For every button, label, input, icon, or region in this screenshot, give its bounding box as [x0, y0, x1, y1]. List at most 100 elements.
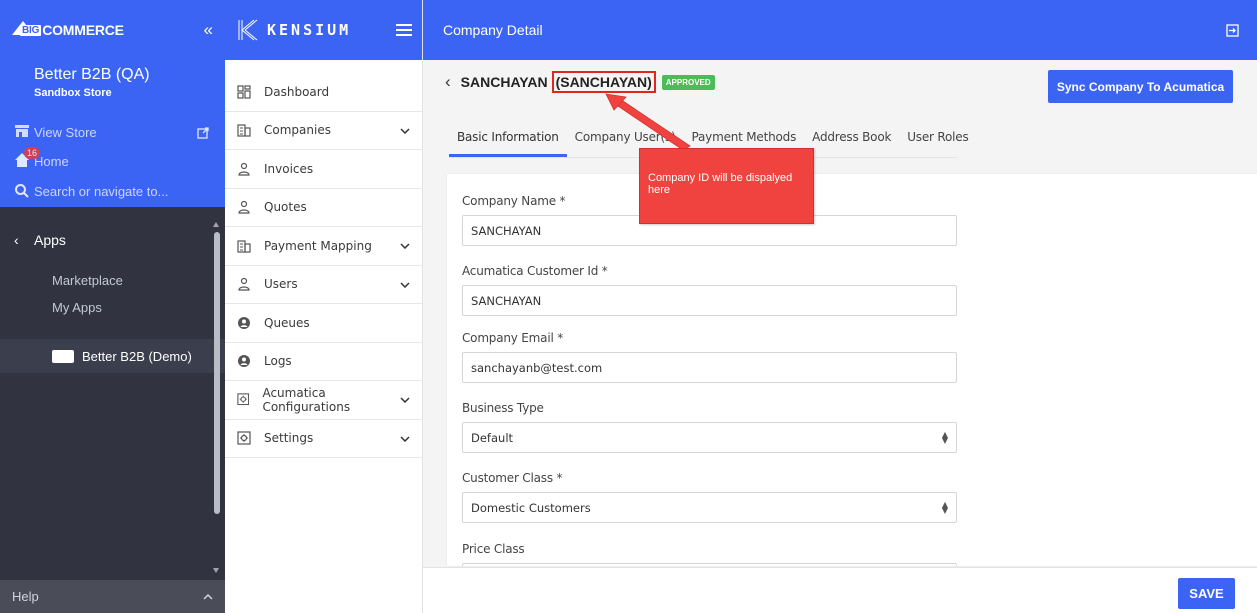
price-class-label: Price Class [462, 542, 525, 556]
my-apps-link[interactable]: My Apps [0, 294, 225, 321]
kensium-logo-text: KENSIUM [267, 21, 352, 39]
store-name: Better B2B (QA) [34, 66, 150, 83]
nav-item-invoices[interactable]: Invoices [225, 150, 422, 189]
chevron-down-icon [400, 278, 410, 291]
chevron-down-icon [400, 124, 410, 137]
account-circle-icon [237, 354, 251, 368]
user-icon [237, 277, 251, 291]
sync-company-button[interactable]: Sync Company To Acumatica [1048, 70, 1233, 103]
store-nav: View Store 16 Home Search or navigate to… [0, 118, 225, 207]
basic-info-form: Company Name * SANCHAYAN Acumatica Custo… [447, 174, 1257, 566]
chevron-down-icon [400, 239, 410, 252]
company-email-label: Company Email * [462, 331, 564, 345]
acumatica-customer-id-label: Acumatica Customer Id * [462, 264, 608, 278]
app-thumbnail-icon [52, 349, 74, 363]
business-type-select[interactable]: Default ▲ ▼ [462, 422, 957, 453]
scroll-up-arrow-icon[interactable] [213, 222, 219, 227]
external-link-icon[interactable] [197, 126, 209, 139]
search-input[interactable]: Search or navigate to... [0, 175, 225, 207]
acumatica-customer-id-input[interactable]: SANCHAYAN [462, 285, 957, 316]
nav-item-dashboard[interactable]: Dashboard [225, 73, 422, 112]
home-link[interactable]: 16 Home [0, 147, 225, 175]
logout-icon[interactable] [1226, 23, 1239, 37]
nav-item-label: Companies [264, 123, 331, 138]
nav-item-payment-mapping[interactable]: Payment Mapping [225, 227, 422, 266]
save-button[interactable]: SAVE [1178, 578, 1235, 609]
storefront-icon [15, 125, 29, 137]
user-icon [237, 162, 251, 176]
page-title: Company Detail [443, 22, 543, 38]
kensium-sidebar: KENSIUM Dashboard Companies Invoices Quotes… [225, 0, 423, 613]
chevron-left-icon: ‹ [14, 232, 19, 248]
back-arrow-icon[interactable]: ‹ [445, 72, 451, 92]
nav-item-label: Acumatica Configurations [262, 385, 351, 414]
bigcommerce-sidebar: BIG COMMERCE « Better B2B (QA) Sandbox S… [0, 0, 225, 613]
customer-class-label: Customer Class * [462, 471, 563, 485]
marketplace-link[interactable]: Marketplace [0, 267, 225, 294]
collapse-sidebar-button[interactable]: « [204, 20, 213, 40]
view-store-link[interactable]: View Store [0, 118, 225, 147]
sidebar-scrollbar[interactable] [214, 232, 220, 514]
app-item-label: Better B2B (Demo) [82, 348, 192, 364]
nav-item-label: Payment Mapping [264, 238, 372, 253]
tab-basic-information[interactable]: Basic Information [449, 124, 567, 157]
scroll-down-arrow-icon[interactable] [213, 568, 219, 573]
business-type-field-group: Business Type Default ▲ ▼ [462, 401, 957, 453]
company-email-input[interactable]: sanchayanb@test.com [462, 352, 957, 383]
kensium-k-logo-icon [238, 19, 258, 41]
nav-item-label: Logs [264, 354, 292, 369]
kensium-header: KENSIUM [225, 0, 422, 60]
nav-item-queues[interactable]: Queues [225, 304, 422, 343]
customer-class-select[interactable]: Domestic Customers ▲ ▼ [462, 492, 957, 523]
nav-item-quotes[interactable]: Quotes [225, 189, 422, 227]
annotation-callout: Company ID will be dispalyed here [639, 148, 814, 224]
nav-item-label: Settings [264, 431, 314, 446]
acumatica-id-field-group: Acumatica Customer Id * SANCHAYAN [462, 264, 957, 316]
nav-item-label: Users [264, 277, 298, 292]
app-item-better-b2b-demo[interactable]: Better B2B (Demo) [0, 339, 225, 373]
user-icon [237, 200, 251, 214]
nav-item-settings[interactable]: Settings [225, 420, 422, 458]
help-bar[interactable]: Help [0, 580, 225, 613]
company-name-title: SANCHAYAN [460, 74, 548, 90]
price-class-select[interactable] [462, 563, 957, 566]
settings-box-icon [237, 431, 251, 445]
price-class-field-group: Price Class [462, 542, 957, 566]
company-title-bar: ‹ SANCHAYAN (SANCHAYAN) APPROVED [445, 70, 715, 94]
logo-big-text: BIG [20, 24, 42, 36]
chevron-down-icon [400, 393, 410, 406]
company-id-highlight: (SANCHAYAN) [551, 71, 656, 93]
store-info: Better B2B (QA) Sandbox Store [0, 60, 225, 118]
chevron-up-icon [203, 593, 213, 600]
save-bar: SAVE [423, 567, 1257, 613]
select-arrows-icon: ▲ ▼ [941, 429, 948, 445]
chevron-down-icon [400, 432, 410, 445]
business-type-label: Business Type [462, 401, 544, 415]
company-email-field-group: Company Email * sanchayanb@test.com [462, 331, 957, 383]
kensium-nav-list: Dashboard Companies Invoices Quotes Payment … [225, 73, 422, 458]
select-arrows-icon: ▲ ▼ [941, 499, 948, 515]
nav-item-users[interactable]: Users [225, 266, 422, 304]
search-icon [15, 184, 29, 198]
help-label: Help [12, 589, 39, 604]
nav-item-companies[interactable]: Companies [225, 112, 422, 150]
nav-item-label: Dashboard [264, 84, 330, 99]
customer-class-value: Domestic Customers [471, 500, 591, 515]
apps-section-toggle[interactable]: ‹ Apps [0, 225, 225, 255]
search-placeholder: Search or navigate to... [34, 183, 169, 199]
settings-box-icon [237, 393, 250, 407]
hamburger-menu-icon[interactable] [396, 24, 412, 36]
bigcommerce-header: BIG COMMERCE « [0, 0, 225, 60]
tab-address-book[interactable]: Address Book [804, 124, 899, 157]
customer-class-field-group: Customer Class * Domestic Customers ▲ ▼ [462, 471, 957, 523]
nav-item-label: Queues [264, 315, 310, 330]
tab-user-roles[interactable]: User Roles [899, 124, 976, 157]
nav-item-logs[interactable]: Logs [225, 343, 422, 381]
nav-item-acumatica-configurations[interactable]: Acumatica Configurations [225, 381, 422, 420]
view-store-label: View Store [34, 125, 97, 140]
store-type: Sandbox Store [34, 87, 112, 99]
building-icon [237, 123, 251, 137]
bigcommerce-logo[interactable]: BIG COMMERCE [12, 21, 124, 38]
business-type-value: Default [471, 430, 514, 445]
nav-item-label: Quotes [264, 200, 307, 215]
